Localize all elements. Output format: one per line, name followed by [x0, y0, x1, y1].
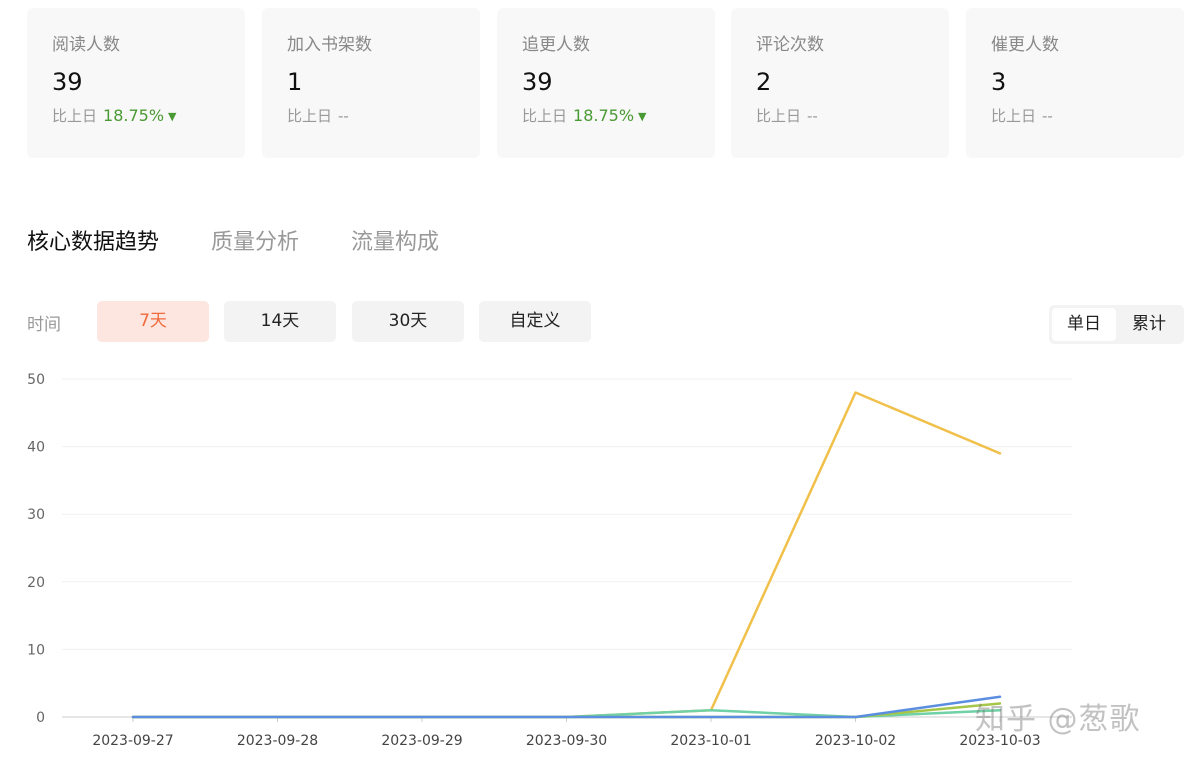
stat-label: 加入书架数 — [287, 35, 372, 55]
tab-quality-analysis[interactable]: 质量分析 — [211, 224, 299, 256]
y-tick-label: 20 — [27, 575, 45, 591]
stat-label: 阅读人数 — [52, 35, 120, 55]
range-button-7d[interactable]: 7天 — [97, 301, 209, 342]
stat-value: 1 — [287, 68, 303, 96]
series-line-3 — [131, 695, 1002, 719]
change-value: -- — [807, 107, 818, 125]
stat-value: 39 — [52, 68, 83, 96]
y-tick-label: 0 — [36, 710, 45, 726]
watermark: 知乎 @葱歌 — [975, 702, 1141, 737]
stat-card-bookshelf: 加入书架数 1 比上日 -- — [262, 8, 480, 158]
x-tick-label: 2023-09-30 — [526, 733, 607, 749]
stat-compare: 比上日 -- — [756, 106, 949, 126]
stat-label: 催更人数 — [991, 35, 1059, 55]
compare-label: 比上日 — [522, 107, 568, 125]
x-tick-label: 2023-10-01 — [670, 733, 751, 749]
stat-label: 评论次数 — [756, 35, 824, 55]
stat-compare: 比上日 18.75% ▼ — [522, 106, 715, 128]
down-arrow-icon: ▼ — [638, 110, 647, 123]
down-arrow-icon: ▼ — [168, 110, 177, 123]
time-filter-label: 时间 — [27, 315, 61, 335]
stat-card-followers: 追更人数 39 比上日 18.75% ▼ — [497, 8, 715, 158]
range-button-custom[interactable]: 自定义 — [479, 301, 591, 342]
y-tick-label: 40 — [27, 440, 45, 456]
change-percent: 18.75% — [573, 106, 635, 125]
stat-value: 39 — [522, 68, 553, 96]
compare-label: 比上日 — [287, 107, 333, 125]
toggle-daily[interactable]: 单日 — [1052, 308, 1116, 341]
compare-label: 比上日 — [756, 107, 802, 125]
y-tick-label: 50 — [27, 372, 45, 388]
mode-toggle: 单日 累计 — [1049, 305, 1184, 344]
change-value: -- — [1042, 107, 1053, 125]
tab-traffic-composition[interactable]: 流量构成 — [351, 224, 439, 256]
change-percent: 18.75% — [103, 106, 165, 125]
stat-compare: 比上日 -- — [991, 106, 1184, 126]
stat-compare: 比上日 18.75% ▼ — [52, 106, 245, 128]
stat-value: 3 — [991, 68, 1007, 96]
compare-label: 比上日 — [52, 107, 98, 125]
series-line-0 — [131, 391, 1002, 719]
change-value: -- — [338, 107, 349, 125]
stat-label: 追更人数 — [522, 35, 590, 55]
stat-card-readers: 阅读人数 39 比上日 18.75% ▼ — [27, 8, 245, 158]
tab-core-trend[interactable]: 核心数据趋势 — [27, 224, 159, 256]
x-tick-label: 2023-09-27 — [92, 733, 173, 749]
range-button-14d[interactable]: 14天 — [224, 301, 336, 342]
stat-card-comments: 评论次数 2 比上日 -- — [731, 8, 949, 158]
y-tick-label: 10 — [27, 642, 45, 658]
stat-value: 2 — [756, 68, 772, 96]
stats-cards: 阅读人数 39 比上日 18.75% ▼ 加入书架数 1 比上日 -- 追更人数 39… — [27, 8, 1184, 158]
stat-card-urge: 催更人数 3 比上日 -- — [966, 8, 1184, 158]
toggle-cumulative[interactable]: 累计 — [1117, 308, 1181, 341]
compare-label: 比上日 — [991, 107, 1037, 125]
range-button-30d[interactable]: 30天 — [352, 301, 464, 342]
x-tick-label: 2023-09-29 — [381, 733, 462, 749]
y-tick-label: 30 — [27, 507, 45, 523]
x-tick-label: 2023-10-02 — [815, 733, 896, 749]
stat-compare: 比上日 -- — [287, 106, 480, 126]
x-tick-label: 2023-09-28 — [237, 733, 318, 749]
